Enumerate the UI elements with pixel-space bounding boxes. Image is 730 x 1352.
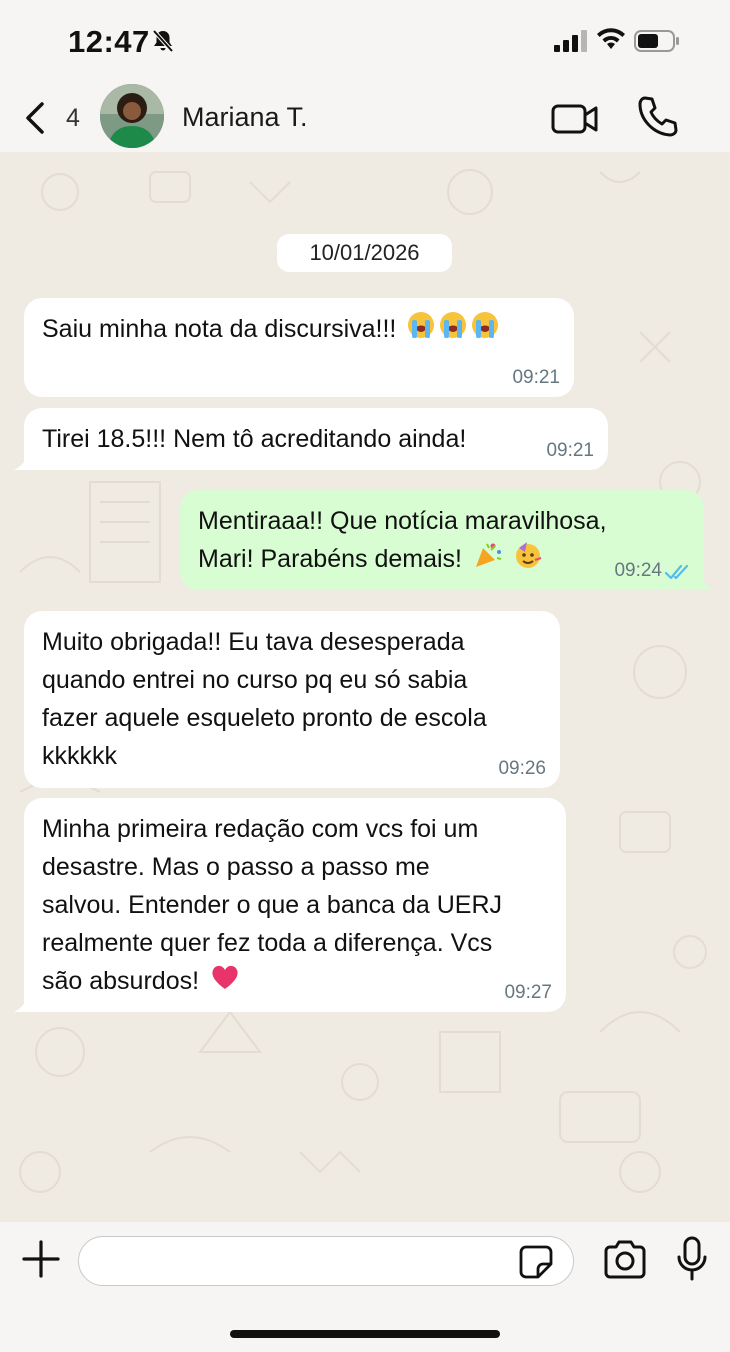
double-check-read-icon <box>664 564 689 580</box>
chat-area[interactable]: 10/01/2026 Saiu minha nota da discursiva… <box>0 152 730 1222</box>
message-bubble-outgoing[interactable]: Mentiraaa!! Que notícia maravilhosa, Mar… <box>180 490 714 590</box>
message-time: 09:21 <box>546 440 594 461</box>
crying-face-emoji <box>471 311 499 350</box>
unread-count: 4 <box>66 103 80 132</box>
contact-name[interactable]: Mariana T. <box>182 102 308 133</box>
message-text: Tirei 18.5!!! Nem tô acreditando ainda! <box>42 425 467 453</box>
message-text-content: Saiu minha nota da discursiva!!! <box>42 315 404 343</box>
message-bubble-incoming[interactable]: Muito obrigada!! Eu tava desesperada qua… <box>24 611 560 788</box>
message-input[interactable] <box>78 1236 574 1286</box>
message-time: 09:24 <box>614 560 662 581</box>
message-time: 09:27 <box>504 982 552 1003</box>
crying-face-emoji <box>407 311 435 350</box>
bubble-tail <box>14 994 34 1012</box>
plus-icon[interactable] <box>20 1238 62 1280</box>
phone-icon[interactable] <box>636 94 680 140</box>
message-bubble-incoming[interactable]: Saiu minha nota da discursiva!!! 09:21 <box>24 298 574 397</box>
bell-muted-icon <box>152 29 174 53</box>
signal-icon <box>554 30 587 52</box>
wifi-icon <box>597 28 625 49</box>
message-text: Muito obrigada!! Eu tava desesperada qua… <box>42 628 487 770</box>
message-text-content: Minha primeira redação com vcs foi um de… <box>42 815 503 995</box>
bubble-tail <box>694 572 714 590</box>
avatar-image <box>100 84 164 148</box>
back-button[interactable]: 4 <box>22 98 82 138</box>
message-time: 09:21 <box>512 367 560 388</box>
video-call-icon[interactable] <box>550 98 600 138</box>
home-indicator <box>230 1330 500 1338</box>
message-time: 09:26 <box>498 758 546 779</box>
status-bar: 12:47 <box>0 0 730 84</box>
message-text-content: Mentiraaa!! Que notícia maravilhosa, Mar… <box>198 507 607 574</box>
partying-face-emoji <box>513 540 543 581</box>
message-text: Mentiraaa!! Que notícia maravilhosa, Mar… <box>198 502 686 581</box>
input-bar <box>0 1222 730 1352</box>
message-text: Saiu minha nota da discursiva!!! <box>42 310 556 350</box>
camera-icon[interactable] <box>602 1240 648 1280</box>
clock: 12:47 <box>68 24 150 59</box>
bubble-tail <box>14 452 34 470</box>
battery-icon <box>634 30 679 52</box>
message-bubble-incoming[interactable]: Tirei 18.5!!! Nem tô acreditando ainda! … <box>14 408 608 470</box>
date-chip: 10/01/2026 <box>277 234 452 272</box>
microphone-icon[interactable] <box>676 1236 708 1282</box>
chat-header: 4 Mariana T. <box>0 84 730 152</box>
crying-face-emoji <box>439 311 467 350</box>
heart-emoji <box>210 963 240 1002</box>
message-text: Minha primeira redação com vcs foi um de… <box>42 810 548 1002</box>
party-popper-emoji <box>473 540 503 581</box>
sticker-icon[interactable] <box>518 1244 554 1280</box>
chevron-left-icon <box>26 102 44 134</box>
avatar[interactable] <box>100 84 164 148</box>
message-bubble-incoming[interactable]: Minha primeira redação com vcs foi um de… <box>14 798 566 1012</box>
